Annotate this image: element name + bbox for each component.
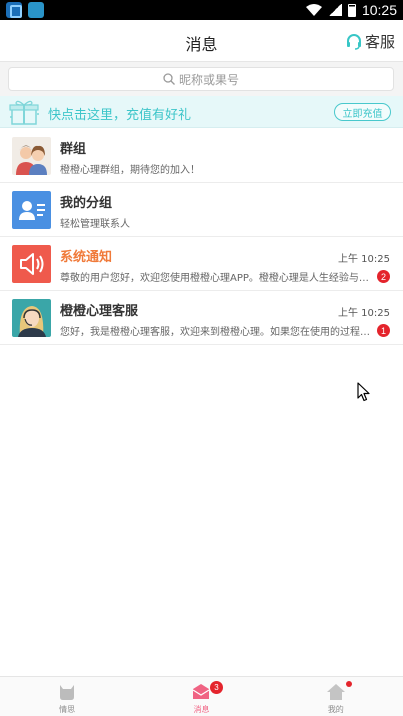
lock-app-icon [6,2,22,18]
tab-emotion[interactable]: 情思 [0,677,134,716]
contacts-avatar [12,191,51,229]
mouse-cursor-icon [357,382,370,402]
unread-badge: 2 [377,270,390,283]
search-area: 昵称或果号 [0,62,403,96]
cat-icon [60,685,75,700]
mine-notification-dot [346,681,352,687]
search-icon [163,73,175,85]
headset-icon [346,33,361,50]
status-indicators: 10:25 [305,2,397,18]
status-notifications [6,2,44,18]
row-title: 橙橙心理客服 [60,304,139,319]
service-avatar [12,299,51,337]
page-title: 消息 [185,35,218,54]
banner-text: 快点击这里，充值有好礼 [48,108,192,123]
tab-label: 我的 [327,705,344,714]
conversation-list: 群组 橙橙心理群组，期待您的加入！ 我的分组 轻松管理联系人 系统通知 上午 1… [0,129,403,345]
unread-badge: 1 [377,324,390,337]
messages-unread-badge: 3 [210,681,223,694]
list-item-system-notice[interactable]: 系统通知 上午 10:25 尊敬的用户您好，欢迎您使用橙橙心理APP。橙橙心理是… [0,237,403,291]
contact-card-icon [12,191,51,229]
signal-icon [327,4,342,16]
wifi-icon [305,4,322,16]
row-title: 我的分组 [60,196,113,211]
row-title: 群组 [60,142,87,157]
speaker-icon [12,245,51,283]
search-placeholder: 昵称或果号 [178,72,239,87]
row-time: 上午 10:25 [338,308,390,319]
row-subtitle: 轻松管理联系人 [60,219,130,230]
tab-label: 情思 [59,705,76,714]
recharge-button[interactable]: 立即充值 [334,103,391,121]
status-bar: 10:25 [0,0,403,20]
gift-icon [9,100,39,125]
customer-service-button[interactable]: 客服 [346,31,395,52]
status-time: 10:25 [361,2,397,18]
row-title: 系统通知 [60,250,113,265]
row-subtitle: 您好，我是橙橙心理客服，欢迎来到橙橙心理。如果您在使用的过程… [60,327,370,338]
recharge-banner[interactable]: 快点击这里，充值有好礼 立即充值 [0,96,403,128]
envelope-icon [193,684,210,699]
tab-label: 消息 [193,705,210,714]
row-subtitle: 尊敬的用户您好，欢迎您使用橙橙心理APP。橙橙心理是人生经验与… [60,273,369,284]
group-people-icon [12,137,51,175]
house-icon [326,684,345,700]
group-avatar [12,137,51,175]
battery-icon [347,3,356,17]
bottom-nav: 情思 消息 我的 3 [0,676,403,716]
list-item-group[interactable]: 群组 橙橙心理群组，期待您的加入！ [0,129,403,183]
notice-avatar [12,245,51,283]
list-item-customer-service[interactable]: 橙橙心理客服 上午 10:25 您好，我是橙橙心理客服，欢迎来到橙橙心理。如果您… [0,291,403,345]
agent-portrait-icon [12,299,51,337]
row-subtitle: 橙橙心理群组，期待您的加入！ [60,165,200,176]
search-input[interactable]: 昵称或果号 [8,67,394,91]
tab-messages[interactable]: 消息 [134,677,268,716]
customer-service-label: 客服 [364,33,395,51]
list-item-my-groups[interactable]: 我的分组 轻松管理联系人 [0,183,403,237]
app-notification-icon [28,2,44,18]
row-time: 上午 10:25 [338,254,390,265]
tab-mine[interactable]: 我的 [269,677,403,716]
header-bar: 消息 客服 [0,20,403,62]
